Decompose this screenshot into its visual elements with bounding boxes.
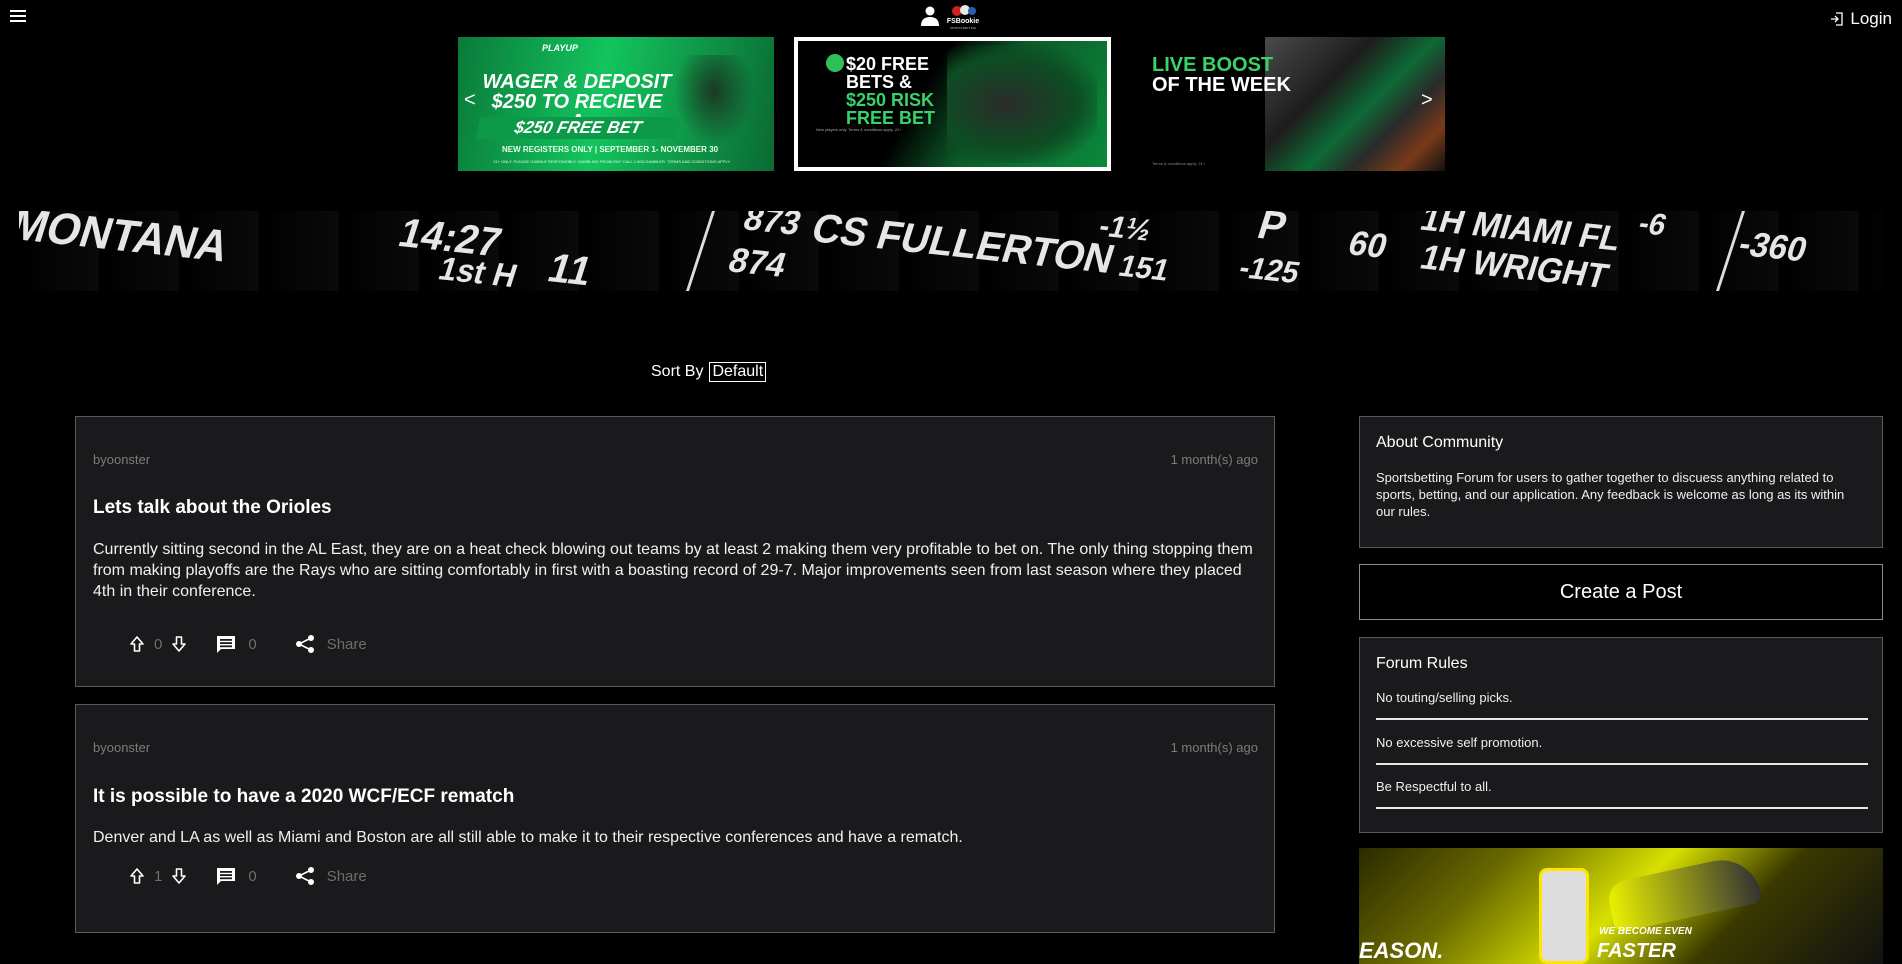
post-title[interactable]: It is possible to have a 2020 WCF/ECF re… bbox=[93, 786, 514, 808]
about-title: About Community bbox=[1376, 434, 1504, 451]
banner-text: 874 bbox=[723, 241, 791, 285]
banner-text: -125 bbox=[1234, 250, 1304, 291]
promo-note: NEW REGISTERS ONLY | SEPTEMBER 1- NOVEMB… bbox=[501, 145, 719, 154]
post-card[interactable]: byoonster 1 month(s) ago Lets talk about… bbox=[75, 416, 1275, 687]
ad-text: WE BECOME EVEN bbox=[1599, 926, 1692, 937]
banner-text: 873 bbox=[738, 211, 806, 243]
banner-text: 60 bbox=[1343, 224, 1393, 266]
race-car-image bbox=[1605, 852, 1763, 934]
banner-text: 11 bbox=[542, 245, 598, 291]
vote-count: 0 bbox=[154, 635, 163, 653]
carousel-next-button[interactable]: > bbox=[1421, 89, 1433, 112]
comments-button[interactable]: 0 bbox=[216, 866, 257, 886]
user-icon[interactable] bbox=[921, 6, 939, 26]
post-actions: 1 0 Share bbox=[128, 866, 367, 886]
post-title[interactable]: Lets talk about the Orioles bbox=[93, 497, 332, 519]
post-timestamp: 1 month(s) ago bbox=[1170, 452, 1258, 467]
sidebar-ad-image[interactable]: EASON. WE BECOME EVEN FASTER bbox=[1359, 848, 1883, 964]
login-label: Login bbox=[1850, 9, 1892, 28]
create-post-button[interactable]: Create a Post bbox=[1359, 564, 1883, 620]
promo-carousel: < > PLAYUP WAGER & DEPOSIT $250 TO RECIE… bbox=[458, 37, 1445, 171]
share-button[interactable]: Share bbox=[295, 866, 367, 886]
phone-image bbox=[1539, 868, 1589, 964]
vote-count: 1 bbox=[154, 867, 163, 885]
promo-player-image bbox=[674, 55, 754, 145]
comments-button[interactable]: 0 bbox=[216, 634, 257, 654]
logo-text: FSBookie bbox=[946, 18, 980, 25]
promo-players-image bbox=[947, 45, 1097, 163]
carousel-prev-button[interactable]: < bbox=[464, 89, 476, 112]
top-bar: FSBookie SPORTS BETTING Login bbox=[0, 0, 1902, 34]
sort-bar: Sort By Default bbox=[651, 362, 767, 382]
banner-text: -6 bbox=[1634, 211, 1671, 243]
banner-text: -1½ bbox=[1094, 211, 1156, 248]
banner-text: P bbox=[1252, 211, 1293, 250]
hamburger-icon[interactable] bbox=[10, 10, 26, 23]
upvote-icon[interactable] bbox=[128, 635, 146, 653]
logo-balls-icon bbox=[952, 5, 976, 16]
promo-title: LIVE BOOST OF THE WEEK bbox=[1152, 54, 1291, 96]
comment-icon bbox=[217, 868, 236, 885]
comment-count: 0 bbox=[248, 635, 257, 653]
logo-subtext: SPORTS BETTING bbox=[949, 26, 977, 30]
promo-fine-print: New players only. Terms & conditions app… bbox=[816, 127, 902, 132]
post-body: Denver and LA as well as Miami and Bosto… bbox=[93, 829, 963, 846]
ad-text: EASON. bbox=[1359, 938, 1444, 963]
promo-fine-print: Terms & conditions apply. 21+ bbox=[1152, 161, 1206, 166]
banner-text: 151 bbox=[1114, 249, 1174, 288]
banner-text: 1st H bbox=[434, 250, 522, 291]
promo-card-playup[interactable]: PLAYUP WAGER & DEPOSIT $250 TO RECIEVE A… bbox=[458, 37, 774, 171]
about-community-box: About Community Sportsbetting Forum for … bbox=[1359, 416, 1883, 548]
post-timestamp: 1 month(s) ago bbox=[1170, 740, 1258, 755]
promo-card-live-boost[interactable]: LIVE BOOST OF THE WEEK Terms & condition… bbox=[1128, 37, 1445, 171]
promo-badge: $250 FREE BET bbox=[475, 117, 681, 139]
rule-item: No touting/selling picks. bbox=[1376, 690, 1868, 720]
share-icon bbox=[295, 867, 314, 885]
share-icon bbox=[295, 635, 314, 653]
promo-card-free-bets[interactable]: $20 FREE BETS & $250 RISK FREE BET New p… bbox=[794, 37, 1111, 171]
share-label: Share bbox=[326, 635, 367, 653]
banner-text: MONTANA bbox=[19, 211, 236, 272]
sort-label: Sort By bbox=[651, 363, 704, 380]
login-button[interactable]: Login bbox=[1830, 9, 1892, 29]
post-author[interactable]: byoonster bbox=[93, 740, 150, 755]
rules-title: Forum Rules bbox=[1376, 655, 1468, 672]
downvote-icon[interactable] bbox=[170, 635, 188, 653]
banner-text: -360 bbox=[1733, 224, 1813, 270]
rule-item: No excessive self promotion. bbox=[1376, 735, 1868, 765]
gift-icon bbox=[826, 54, 844, 72]
comment-icon bbox=[217, 636, 236, 653]
sort-select[interactable]: Default bbox=[709, 362, 767, 382]
forum-rules-box: Forum Rules No touting/selling picks. No… bbox=[1359, 637, 1883, 833]
promo-sports-collage-image bbox=[1265, 37, 1445, 171]
share-label: Share bbox=[326, 867, 367, 885]
post-body: Currently sitting second in the AL East,… bbox=[93, 541, 1253, 600]
about-text: Sportsbetting Forum for users to gather … bbox=[1376, 470, 1845, 519]
post-actions: 0 0 Share bbox=[128, 634, 367, 654]
banner-text: CS FULLERTON bbox=[806, 211, 1120, 282]
share-button[interactable]: Share bbox=[295, 634, 367, 654]
login-icon bbox=[1831, 12, 1844, 26]
upvote-icon[interactable] bbox=[128, 867, 146, 885]
sportsbook-banner-image: MONTANA 14:27 1st H 11 873 874 CS FULLER… bbox=[19, 211, 1883, 291]
promo-brand: PLAYUP bbox=[542, 43, 578, 53]
rule-item: Be Respectful to all. bbox=[1376, 779, 1868, 809]
ad-text: FASTER bbox=[1597, 940, 1676, 962]
post-card[interactable]: byoonster 1 month(s) ago It is possible … bbox=[75, 704, 1275, 933]
promo-title: $20 FREE BETS & $250 RISK FREE BET bbox=[846, 54, 936, 128]
site-logo[interactable]: FSBookie SPORTS BETTING bbox=[943, 4, 983, 30]
promo-fine-print: 21+ ONLY. PLEASE GAMBLE RESPONSIBLY. GAM… bbox=[493, 159, 731, 164]
downvote-icon[interactable] bbox=[170, 867, 188, 885]
comment-count: 0 bbox=[248, 867, 257, 885]
post-author[interactable]: byoonster bbox=[93, 452, 150, 467]
